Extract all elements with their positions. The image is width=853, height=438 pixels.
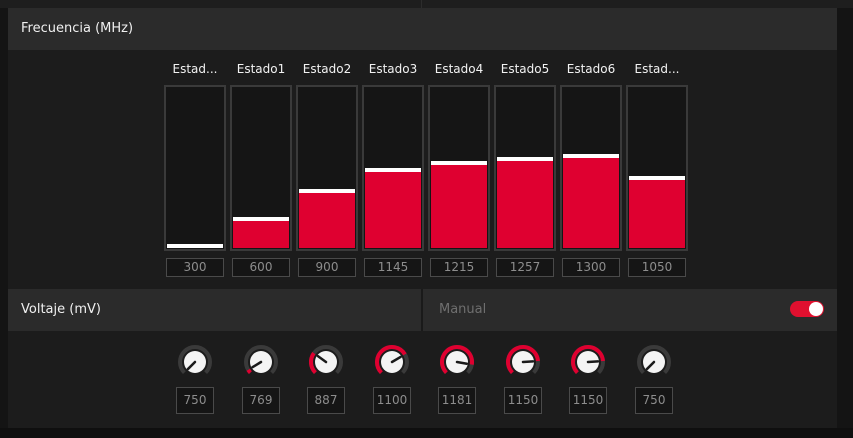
frequency-value-field[interactable]: 300 xyxy=(166,258,224,277)
frequency-states-panel: Estad... 300 Estado1 600 Estado2 900 Estado3 11… xyxy=(8,50,837,289)
voltage-knob[interactable] xyxy=(635,343,673,381)
manual-mode-label: Manual xyxy=(439,302,487,317)
frequency-fill xyxy=(299,193,355,248)
state-label: Estad... xyxy=(172,62,218,76)
voltage-title: Voltaje (mV) xyxy=(21,302,101,317)
voltage-panel-header: Voltaje (mV) Manual xyxy=(8,289,837,331)
frequency-title: Frecuencia (MHz) xyxy=(21,21,134,36)
frequency-handle[interactable] xyxy=(365,168,421,172)
state-label: Estado5 xyxy=(500,62,550,76)
frequency-slider[interactable] xyxy=(296,85,358,251)
voltage-knob[interactable] xyxy=(373,343,411,381)
voltage-value-field[interactable]: 1181 xyxy=(438,387,476,414)
voltage-value-field[interactable]: 1150 xyxy=(569,387,607,414)
voltage-value-field[interactable]: 887 xyxy=(307,387,345,414)
frequency-fill xyxy=(497,161,553,248)
state-label: Estado1 xyxy=(236,62,286,76)
frequency-value-field[interactable]: 900 xyxy=(298,258,356,277)
frequency-panel-header: Frecuencia (MHz) xyxy=(8,8,837,50)
top-strip xyxy=(0,0,853,8)
voltage-value-field[interactable]: 1100 xyxy=(373,387,411,414)
voltage-value-field[interactable]: 750 xyxy=(176,387,214,414)
voltage-knob[interactable] xyxy=(438,343,476,381)
frequency-value-field[interactable]: 1215 xyxy=(430,258,488,277)
manual-toggle[interactable] xyxy=(790,301,824,317)
voltage-knob[interactable] xyxy=(307,343,345,381)
bottom-strip xyxy=(0,428,853,438)
frequency-fill xyxy=(365,172,421,248)
frequency-value-field[interactable]: 1300 xyxy=(562,258,620,277)
header-splitter xyxy=(421,289,423,331)
frequency-slider[interactable] xyxy=(494,85,556,251)
voltage-value-field[interactable]: 1150 xyxy=(504,387,542,414)
frequency-slider[interactable] xyxy=(164,85,226,251)
state-label: Estado6 xyxy=(566,62,616,76)
frequency-handle[interactable] xyxy=(497,157,553,161)
frequency-handle[interactable] xyxy=(233,217,289,221)
frequency-value-field[interactable]: 600 xyxy=(232,258,290,277)
voltage-knob[interactable] xyxy=(569,343,607,381)
frequency-value-field[interactable]: 1257 xyxy=(496,258,554,277)
frequency-fill xyxy=(563,158,619,248)
voltage-knobs-panel: 750 769 887 1100 1181 1150 1150 750 xyxy=(8,331,837,428)
frequency-slider[interactable] xyxy=(362,85,424,251)
frequency-value-field[interactable]: 1050 xyxy=(628,258,686,277)
toggle-knob xyxy=(809,302,823,316)
state-label: Estado4 xyxy=(434,62,484,76)
voltage-knob[interactable] xyxy=(504,343,542,381)
frequency-value-field[interactable]: 1145 xyxy=(364,258,422,277)
top-divider xyxy=(421,0,422,8)
frequency-slider[interactable] xyxy=(428,85,490,251)
voltage-knob[interactable] xyxy=(176,343,214,381)
frequency-handle[interactable] xyxy=(299,189,355,193)
frequency-handle[interactable] xyxy=(167,244,223,248)
state-label: Estado2 xyxy=(302,62,352,76)
frequency-handle[interactable] xyxy=(431,161,487,165)
voltage-value-field[interactable]: 750 xyxy=(635,387,673,414)
frequency-fill xyxy=(629,180,685,248)
frequency-slider[interactable] xyxy=(230,85,292,251)
state-label: Estado3 xyxy=(368,62,418,76)
frequency-fill xyxy=(233,221,289,248)
voltage-knob[interactable] xyxy=(242,343,280,381)
frequency-fill xyxy=(431,165,487,248)
state-label: Estad... xyxy=(634,62,680,76)
frequency-slider[interactable] xyxy=(626,85,688,251)
frequency-handle[interactable] xyxy=(563,154,619,158)
frequency-handle[interactable] xyxy=(629,176,685,180)
frequency-slider[interactable] xyxy=(560,85,622,251)
voltage-value-field[interactable]: 769 xyxy=(242,387,280,414)
